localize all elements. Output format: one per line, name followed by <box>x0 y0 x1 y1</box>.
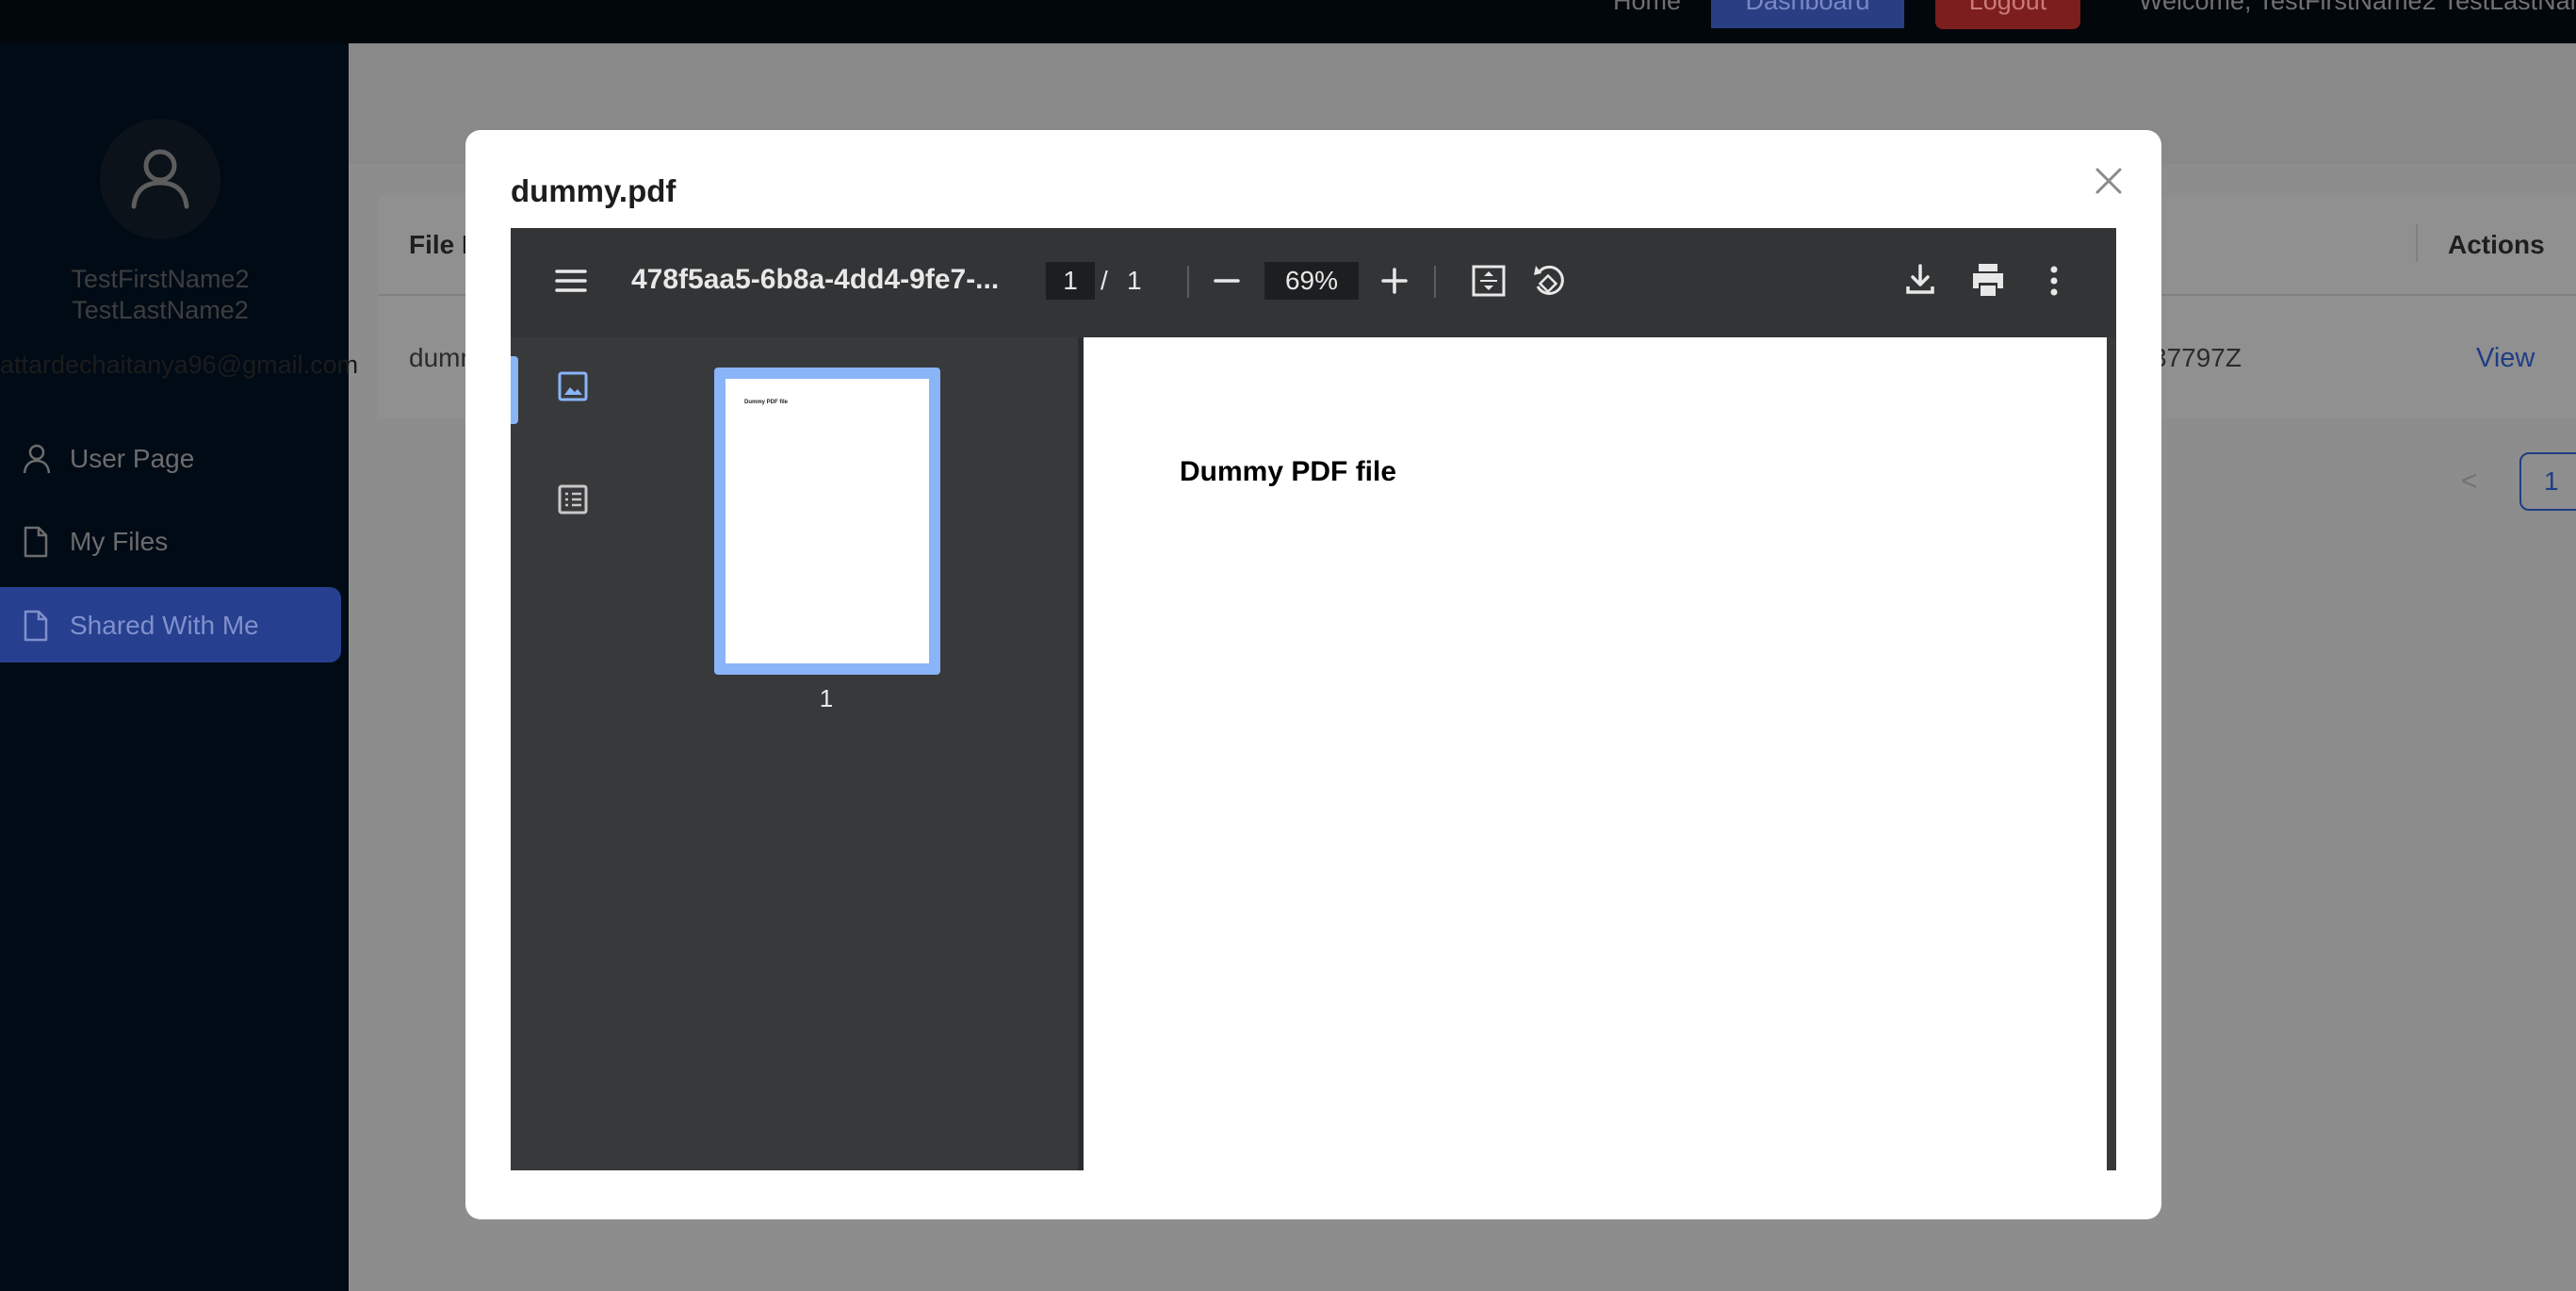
pagination-page-1[interactable]: 1 <box>2519 452 2576 511</box>
thumbnail-page <box>726 379 929 663</box>
page-number-input[interactable]: 1 <box>1046 262 1095 300</box>
nav-dashboard-link[interactable]: Dashboard <box>1711 0 1904 28</box>
zoom-input[interactable]: 69% <box>1264 262 1359 300</box>
more-options-icon[interactable] <box>2043 262 2065 300</box>
file-icon <box>24 526 48 558</box>
toolbar-divider <box>1434 266 1436 298</box>
sidebar-item-label: Shared With Me <box>70 611 259 640</box>
document-outline-icon[interactable] <box>556 482 590 516</box>
logout-button[interactable]: Logout <box>1935 0 2080 29</box>
sidebar-item-user-page[interactable]: User Page <box>0 420 341 496</box>
user-email: attardechaitanya96@gmail.com <box>0 351 359 379</box>
sidebar-item-shared-with-me[interactable]: Shared With Me <box>0 587 341 662</box>
table-cell-date: 37797Z <box>2152 343 2242 372</box>
thumbnail-text: Dummy PDF file <box>744 400 789 405</box>
pagination-prev-button[interactable]: < <box>2461 466 2478 498</box>
pdf-page-text: Dummy PDF file <box>1180 456 1397 487</box>
sidebar-item-my-files[interactable]: My Files <box>0 503 341 579</box>
close-icon[interactable] <box>2090 162 2128 200</box>
user-last-name: TestLastName2 <box>72 296 249 324</box>
nav-home-link[interactable]: Home <box>1590 0 1704 28</box>
active-pane-indicator <box>511 356 518 424</box>
toolbar-divider <box>1187 266 1189 298</box>
avatar <box>100 119 220 239</box>
pdf-document-name: 478f5aa5-6b8a-4dd4-9fe7-... <box>631 264 1000 295</box>
file-icon <box>24 610 48 642</box>
thumbnail-page-number: 1 <box>819 684 834 712</box>
zoom-in-icon[interactable] <box>1379 264 1410 298</box>
sidebar-item-label: My Files <box>70 527 169 556</box>
user-icon <box>23 444 51 474</box>
column-header-actions: Actions <box>2448 230 2545 259</box>
download-icon[interactable] <box>1903 262 1937 298</box>
viewer-scroll-edge <box>2107 337 2116 1170</box>
user-avatar-icon <box>131 149 189 209</box>
print-icon[interactable] <box>1969 262 2007 298</box>
menu-icon[interactable] <box>554 264 588 298</box>
page-total: 1 <box>1127 266 1142 295</box>
zoom-out-icon[interactable] <box>1212 264 1242 298</box>
sidebar-item-label: User Page <box>70 444 195 473</box>
sidebar: TestFirstName2 TestLastName2 attardechai… <box>0 43 358 1291</box>
column-divider <box>2416 224 2418 262</box>
modal-title: dummy.pdf <box>511 173 677 208</box>
fit-page-icon[interactable] <box>1470 262 1508 300</box>
thumbnails-icon[interactable] <box>556 369 590 403</box>
top-header: Home Dashboard Logout Welcome, TestFirst… <box>0 0 2576 43</box>
rotate-icon[interactable] <box>1530 262 1568 300</box>
page-separator: / <box>1101 266 1108 295</box>
welcome-text: Welcome, TestFirstName2 TestLastName2 <box>2139 0 2576 15</box>
view-link[interactable]: View <box>2476 343 2535 374</box>
user-first-name: TestFirstName2 <box>71 265 250 293</box>
column-header-file: File I <box>409 230 469 259</box>
user-name: TestFirstName2 TestLastName2 <box>28 264 292 326</box>
